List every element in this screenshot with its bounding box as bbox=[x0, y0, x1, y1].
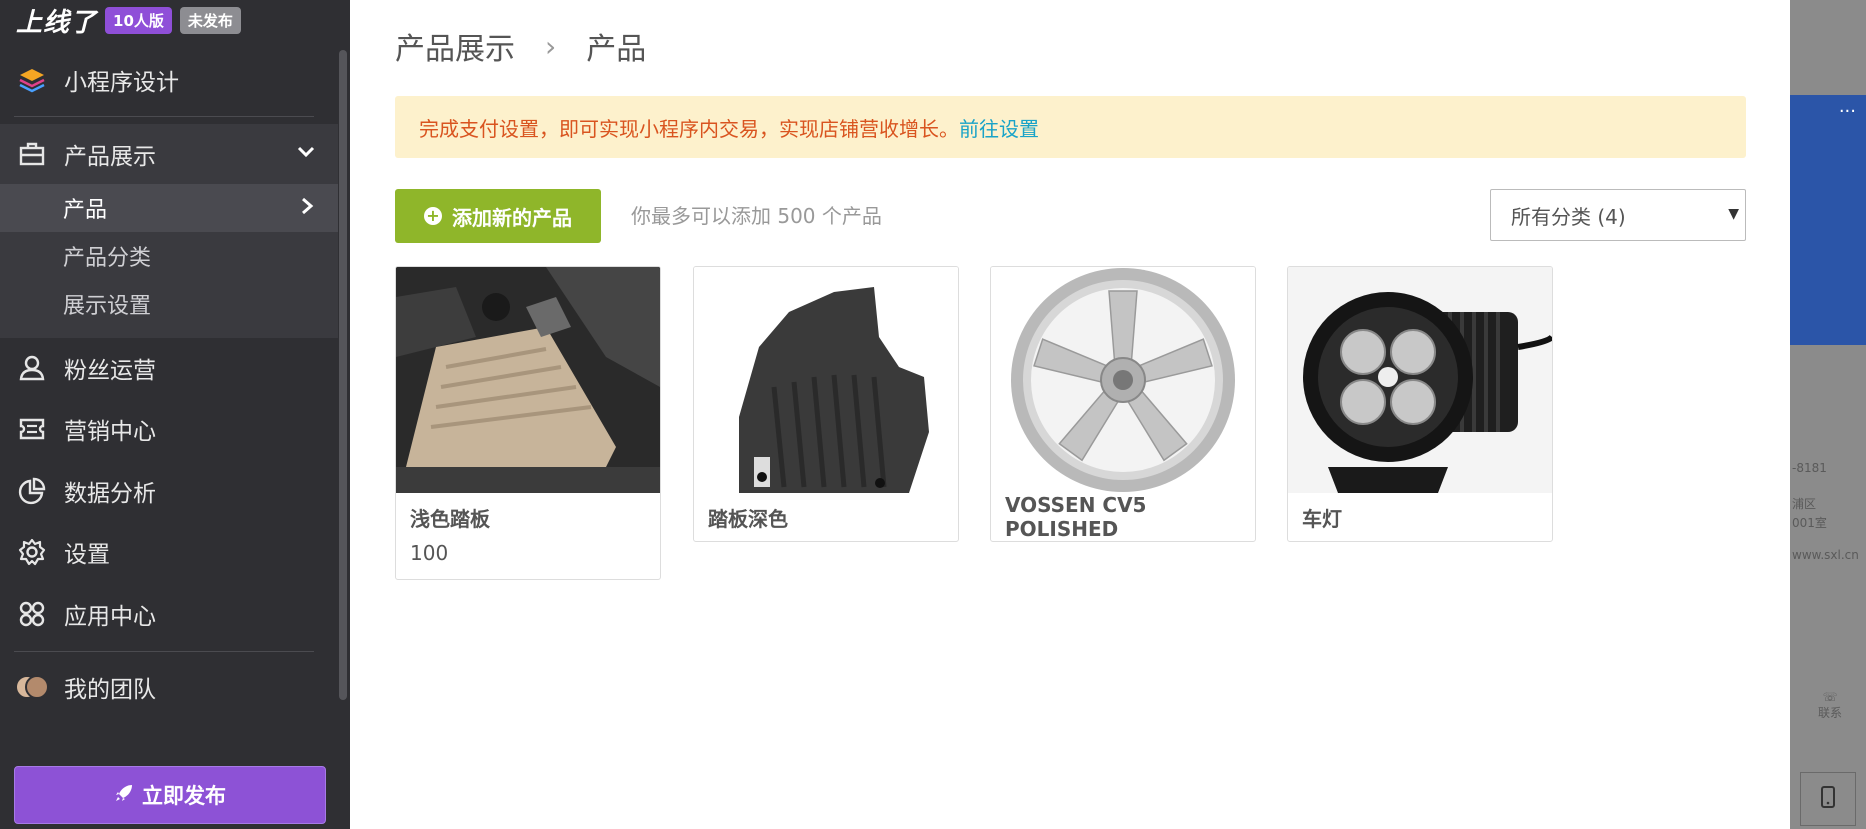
mobile-icon bbox=[1821, 786, 1835, 812]
rocket-icon bbox=[114, 783, 134, 808]
sidebar-item-label: 我的团队 bbox=[64, 677, 156, 703]
add-product-button[interactable]: + 添加新的产品 bbox=[395, 189, 601, 243]
add-product-label: 添加新的产品 bbox=[452, 205, 572, 230]
status-badge: 未发布 bbox=[179, 6, 241, 34]
sidebar-item-marketing[interactable]: 营销中心 bbox=[0, 405, 338, 453]
publish-button[interactable]: 立即发布 bbox=[14, 766, 326, 824]
chevron-down-icon bbox=[296, 142, 316, 167]
plan-badge: 10人版 bbox=[105, 6, 172, 34]
main-panel: 产品展示 › 产品 完成支付设置，即可实现小程序内交易，实现店铺营收增长。 前往… bbox=[350, 0, 1790, 829]
mobile-preview-toggle[interactable] bbox=[1800, 772, 1856, 826]
sidebar-divider bbox=[14, 116, 314, 117]
payment-notice: 完成支付设置，即可实现小程序内交易，实现店铺营收增长。 前往设置 bbox=[395, 96, 1746, 158]
background-contact-label: 联系 bbox=[1817, 706, 1842, 720]
breadcrumb-parent[interactable]: 产品展示 bbox=[395, 24, 515, 68]
brand-bar: 上线了 10人版 未发布 bbox=[16, 2, 241, 39]
plus-circle-icon: + bbox=[424, 207, 442, 225]
sidebar-subitem-categories[interactable]: 产品分类 bbox=[0, 232, 338, 280]
product-image bbox=[694, 267, 958, 493]
product-card-4[interactable]: 车灯 bbox=[1287, 266, 1553, 542]
briefcase-icon bbox=[14, 136, 50, 172]
notice-link[interactable]: 前往设置 bbox=[959, 113, 1039, 142]
notice-text: 完成支付设置，即可实现小程序内交易，实现店铺营收增长。 bbox=[419, 116, 959, 141]
sidebar-item-label: 产品展示 bbox=[64, 144, 156, 170]
gear-icon bbox=[14, 534, 50, 570]
product-image bbox=[1288, 267, 1552, 493]
sidebar-divider bbox=[14, 651, 314, 652]
product-name: 浅色踏板 bbox=[410, 506, 490, 531]
sidebar-item-fans[interactable]: 粉丝运营 bbox=[0, 344, 338, 392]
pie-chart-icon bbox=[14, 473, 50, 509]
user-icon bbox=[14, 350, 50, 386]
product-image bbox=[991, 267, 1255, 493]
sidebar-subitem-label: 产品 bbox=[63, 198, 108, 223]
product-image bbox=[396, 267, 660, 493]
background-phone: -8181 bbox=[1792, 461, 1827, 475]
sidebar-item-label: 数据分析 bbox=[64, 481, 156, 507]
sidebar-subitem-products[interactable]: 产品 bbox=[0, 184, 338, 232]
breadcrumb-current: 产品 bbox=[586, 32, 647, 67]
product-limit-text: 你最多可以添加 500 个产品 bbox=[631, 204, 882, 228]
background-contact: ☏ 联系 bbox=[1794, 690, 1866, 721]
sidebar-group-products: 产品展示 产品 产品分类 展示设置 bbox=[0, 124, 338, 338]
background-preview-header: ··· bbox=[1790, 95, 1866, 345]
sidebar-item-label: 小程序设计 bbox=[64, 70, 179, 96]
apps-grid-icon bbox=[14, 596, 50, 632]
layers-icon bbox=[14, 62, 50, 98]
breadcrumb-separator: › bbox=[545, 29, 557, 63]
sidebar-item-design[interactable]: 小程序设计 bbox=[0, 56, 338, 104]
more-icon: ··· bbox=[1838, 101, 1856, 122]
ticket-icon bbox=[14, 411, 50, 447]
background-url: www.sxl.cn bbox=[1792, 548, 1859, 562]
sidebar-scrollbar[interactable] bbox=[339, 50, 347, 700]
breadcrumb: 产品展示 › 产品 bbox=[395, 24, 646, 68]
sidebar-item-label: 粉丝运营 bbox=[64, 358, 156, 384]
sidebar-item-label: 营销中心 bbox=[64, 419, 156, 445]
product-card-1[interactable]: 浅色踏板 100 bbox=[395, 266, 661, 580]
product-name: 踏板深色 bbox=[708, 506, 788, 531]
sidebar-subitem-display-settings[interactable]: 展示设置 bbox=[0, 280, 338, 328]
publish-label: 立即发布 bbox=[142, 784, 226, 808]
sidebar-item-label: 设置 bbox=[64, 542, 110, 568]
chevron-right-icon bbox=[300, 196, 314, 221]
background-address: 001室 bbox=[1792, 516, 1827, 530]
product-price: 100 bbox=[410, 541, 449, 565]
background-address: 浦区 bbox=[1792, 497, 1817, 511]
sidebar-item-analytics[interactable]: 数据分析 bbox=[0, 467, 338, 515]
caret-down-icon: ▼ bbox=[1728, 206, 1739, 222]
team-avatar-icon bbox=[14, 669, 50, 705]
sidebar-item-apps[interactable]: 应用中心 bbox=[0, 590, 338, 638]
sidebar-subitem-label: 展示设置 bbox=[63, 294, 152, 319]
avatar bbox=[15, 673, 49, 701]
product-name: VOSSEN CV5 POLISHED bbox=[1005, 493, 1147, 541]
sidebar-item-settings[interactable]: 设置 bbox=[0, 528, 338, 576]
sidebar: 上线了 10人版 未发布 小程序设计 产品展示 产品 产品分类 展示设置 粉丝运… bbox=[0, 0, 350, 829]
sidebar-item-team[interactable]: 我的团队 bbox=[0, 663, 338, 711]
brand-logo[interactable]: 上线了 bbox=[16, 2, 97, 39]
product-card-3[interactable]: VOSSEN CV5 POLISHED bbox=[990, 266, 1256, 542]
sidebar-item-label: 应用中心 bbox=[64, 604, 156, 630]
category-select-value: 所有分类 (4) bbox=[1511, 204, 1626, 229]
phone-icon: ☏ bbox=[1822, 690, 1838, 704]
product-name: 车灯 bbox=[1302, 506, 1342, 531]
sidebar-subitem-label: 产品分类 bbox=[63, 246, 152, 271]
sidebar-item-products[interactable]: 产品展示 bbox=[0, 124, 338, 184]
category-select[interactable]: 所有分类 (4) ▼ bbox=[1490, 189, 1746, 241]
product-card-2[interactable]: 踏板深色 bbox=[693, 266, 959, 542]
